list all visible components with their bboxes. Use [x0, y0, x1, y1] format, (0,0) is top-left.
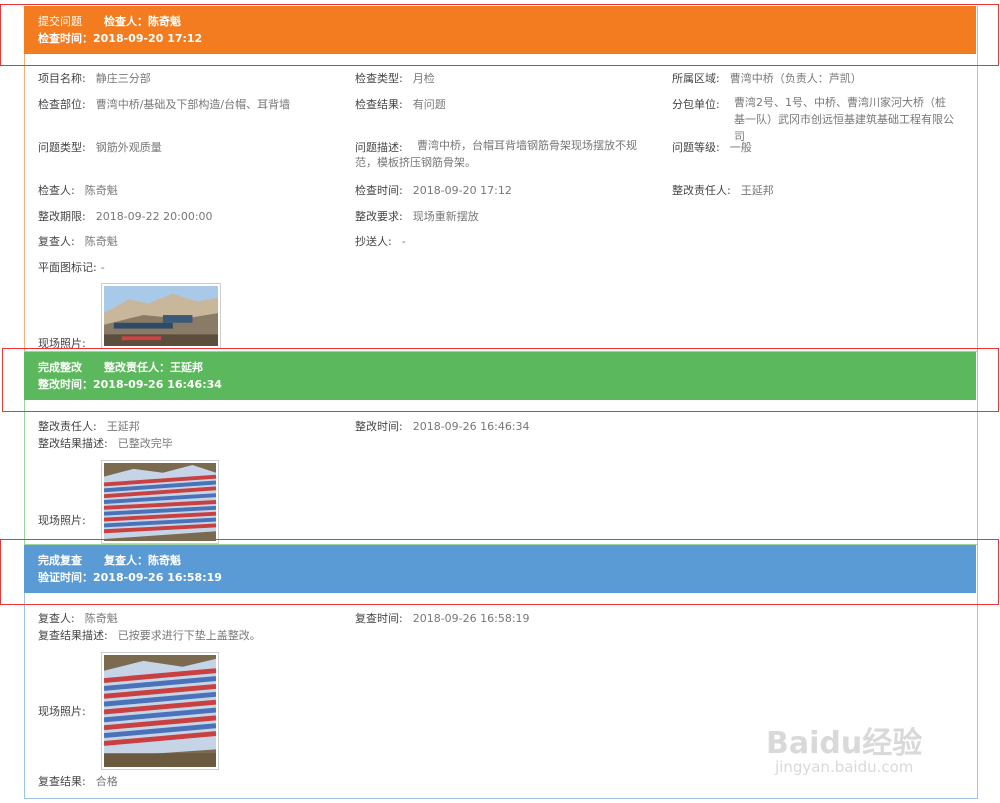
field-part: 检查部位: 曹湾中桥/基础及下部构造/台帽、耳背墙 — [38, 98, 291, 111]
baidu-watermark: Baidu经验 — [766, 726, 923, 761]
field-reviewer: 复查人: 陈奇魁 — [38, 235, 118, 248]
field-result: 检查结果: 有问题 — [355, 98, 446, 111]
tarp-photo-icon — [104, 463, 216, 541]
field-rectify-person: 整改责任人: 王延邦 — [672, 184, 774, 197]
field-issue-desc-value: 曹湾中桥，台帽耳背墙钢筋骨架现场摆放不规范，模板挤压钢筋骨架。 — [355, 139, 637, 169]
field-deadline: 整改期限: 2018-09-22 20:00:00 — [38, 210, 213, 223]
baidu-watermark-url: jingyan.baidu.com — [775, 758, 914, 776]
site-photo-3[interactable] — [101, 652, 219, 770]
site-photo-1[interactable] — [101, 283, 221, 349]
field-check-time: 检查时间: 2018-09-20 17:12 — [355, 184, 512, 197]
field-rectify-person: 整改责任人: 王延邦 — [38, 420, 140, 433]
field-rectify-time: 整改时间: 2018-09-26 16:46:34 — [355, 420, 530, 433]
highlight-box-1 — [0, 4, 999, 66]
photo-label-2: 现场照片: — [38, 514, 86, 527]
field-area: 所属区域: 曹湾中桥（负责人：芦凯） — [672, 72, 862, 85]
photo-label-3: 现场照片: — [38, 705, 86, 718]
field-requirement: 整改要求: 现场重新摆放 — [355, 210, 479, 223]
field-project: 项目名称: 静庄三分部 — [38, 72, 151, 85]
tarp-photo-icon — [104, 655, 216, 767]
field-issue-type: 问题类型: 钢筋外观质量 — [38, 141, 162, 154]
field-plan-mark: 平面图标记: - — [38, 261, 105, 274]
field-review-person: 复查人: 陈奇魁 — [38, 612, 118, 625]
highlight-box-2 — [2, 348, 999, 412]
field-subcontract-value: 曹湾2号、1号、中桥、曹湾川家河大桥（桩基一队）武冈市创远恒基建筑基础工程有限公… — [734, 96, 954, 143]
field-check-type: 检查类型: 月检 — [355, 72, 435, 85]
field-review-desc: 复查结果描述: 已按要求进行下垫上盖整改。 — [38, 629, 261, 642]
field-subcontract-label: 分包单位: — [672, 98, 720, 111]
field-issue-level: 问题等级: 一般 — [672, 141, 752, 154]
highlight-box-3 — [0, 539, 999, 605]
field-rectify-desc: 整改结果描述: 已整改完毕 — [38, 437, 173, 450]
field-review-result: 复查结果: 合格 — [38, 775, 118, 788]
construction-photo-icon — [104, 286, 218, 346]
field-review-time: 复查时间: 2018-09-26 16:58:19 — [355, 612, 530, 625]
field-cc: 抄送人: - — [355, 235, 406, 248]
site-photo-2[interactable] — [101, 460, 219, 544]
field-inspector: 检查人: 陈奇魁 — [38, 184, 118, 197]
